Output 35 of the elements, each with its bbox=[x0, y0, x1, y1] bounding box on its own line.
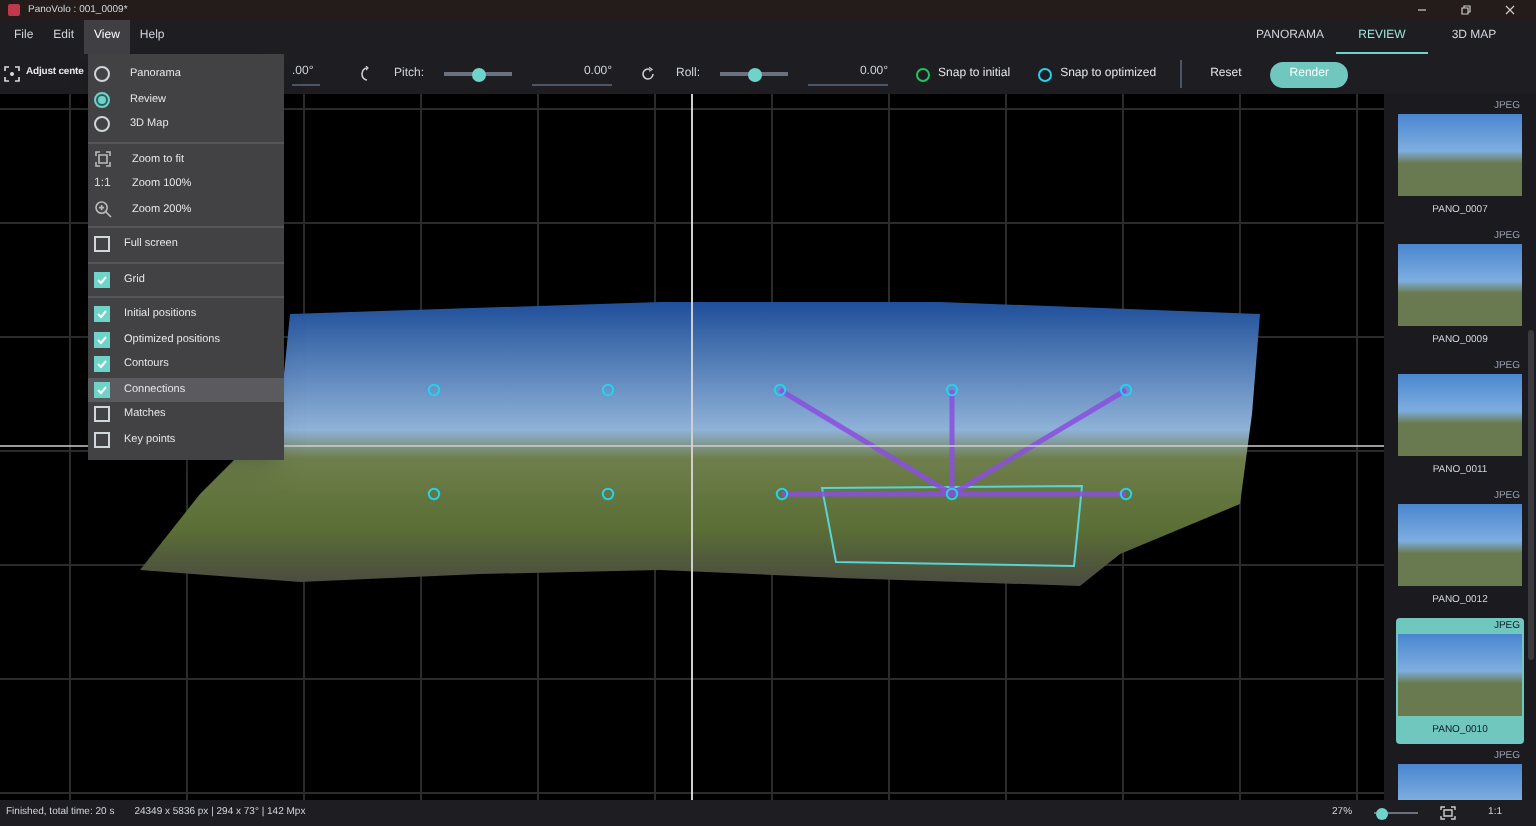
adjust-center-icon bbox=[4, 66, 20, 82]
pitch-rotate-icon bbox=[360, 66, 374, 82]
app-logo-icon bbox=[8, 4, 20, 16]
minimize-icon[interactable] bbox=[1416, 4, 1428, 16]
slider[interactable] bbox=[440, 67, 517, 81]
close-icon[interactable] bbox=[1504, 4, 1516, 16]
radio-button[interactable] bbox=[94, 66, 110, 83]
zoom-in-icon bbox=[94, 200, 112, 219]
photo-placeholder bbox=[1398, 114, 1522, 196]
zoom-slider[interactable] bbox=[1372, 807, 1421, 819]
roll-rotate-icon bbox=[640, 66, 657, 82]
checkbox[interactable] bbox=[94, 431, 110, 448]
radio-button[interactable] bbox=[94, 91, 110, 108]
snap-ring-icon[interactable] bbox=[916, 67, 931, 81]
zoom-to-fit-icon bbox=[94, 150, 112, 169]
checkbox[interactable] bbox=[94, 331, 110, 348]
photo-placeholder bbox=[1398, 244, 1522, 326]
photo-placeholder bbox=[1398, 504, 1522, 586]
panorama-canvas[interactable] bbox=[0, 94, 1384, 800]
checkbox[interactable] bbox=[94, 271, 110, 288]
photo-placeholder bbox=[1398, 374, 1522, 456]
checkbox[interactable] bbox=[94, 356, 110, 373]
snap-ring-icon[interactable] bbox=[1038, 67, 1053, 81]
slider-thumb[interactable] bbox=[747, 67, 762, 81]
slider[interactable] bbox=[716, 67, 793, 81]
checkbox[interactable] bbox=[94, 406, 110, 423]
radio-button[interactable] bbox=[94, 116, 110, 133]
slider-thumb[interactable] bbox=[471, 67, 486, 81]
photo-placeholder bbox=[1398, 634, 1522, 716]
zoom-to-fit-icon[interactable] bbox=[1440, 806, 1457, 820]
restore-icon[interactable] bbox=[1460, 4, 1472, 16]
checkbox[interactable] bbox=[94, 306, 110, 323]
zoom-slider-thumb[interactable] bbox=[1375, 807, 1388, 819]
checkbox[interactable] bbox=[94, 236, 110, 253]
checkbox[interactable] bbox=[94, 381, 110, 398]
